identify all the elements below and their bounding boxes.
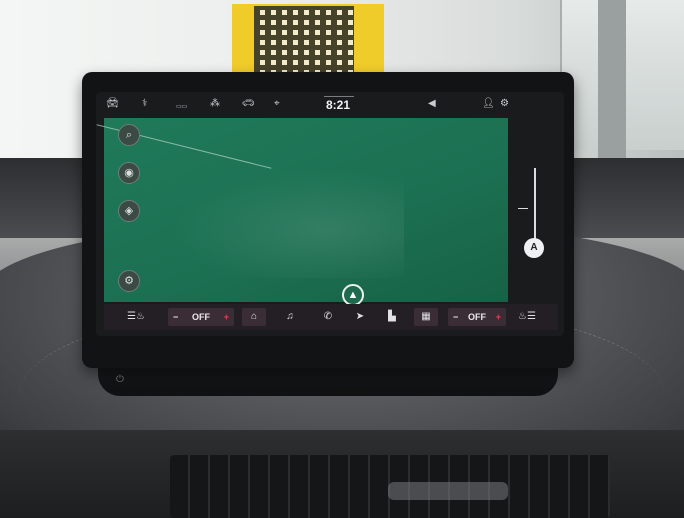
volume-icon[interactable]: ◀︎ [428,98,436,110]
vent-trim [388,482,508,500]
assist-icon[interactable]: ⚕ [142,98,147,110]
search-icon[interactable]: ⌕ [118,124,140,146]
drive-icon[interactable]: ⁂ [210,98,220,110]
zoom-slider-tick [518,208,528,209]
apps-icon[interactable]: ▙ [382,308,402,326]
clock: 8:21 [326,98,351,112]
sport-mode-icon[interactable]: ▭▭ [176,101,187,113]
seat-heat-right-icon[interactable]: ♨☰ [514,308,540,326]
garage-pillar [598,0,626,160]
temp-left-plus-button[interactable]: + [224,312,229,322]
layers-icon[interactable]: ◈ [118,200,140,222]
car-icon[interactable]: 🚘︎ [106,98,119,110]
home-icon[interactable]: ⌂ [242,308,266,326]
temp-right-value: OFF [468,312,486,322]
clock-rule [324,96,354,97]
screen-reflection [144,158,404,278]
power-icon[interactable]: ⏻ [116,374,124,385]
temp-right-minus-button[interactable]: − [453,312,458,322]
map-settings-icon[interactable]: ⚙︎ [118,270,140,292]
music-icon[interactable]: ♫ [280,308,300,326]
vehicle-icon[interactable]: 🚗︎ [242,98,255,110]
navigation-icon[interactable]: ➤ [350,308,370,326]
qr-code [254,6,354,80]
map-side-panel [508,118,558,302]
phone-icon[interactable]: ✆ [318,308,338,326]
location-icon[interactable]: ⌖ [274,98,280,110]
dashboard-photo: ⏻ ↵ 🚘︎ ⚕ ▭▭ ⁂ 🚗︎ ⌖ 8:21 ◀︎ 👤︎ ⚙︎ ⌕ ◉ ◈ ⚙… [0,0,684,518]
zoom-slider[interactable] [534,168,536,246]
navigation-position-icon: ▲ [342,284,364,306]
status-bar: 🚘︎ ⚕ ▭▭ ⁂ 🚗︎ ⌖ 8:21 ◀︎ 👤︎ ⚙︎ [96,92,564,118]
temp-right-plus-button[interactable]: + [496,312,501,322]
climate-right-control: − OFF + [448,308,506,326]
temp-left-value: OFF [192,312,210,322]
settings-icon[interactable]: ⚙︎ [500,98,509,110]
climate-left-control: − OFF + [168,308,234,326]
seat-heat-left-icon[interactable]: ☰♨ [124,308,148,326]
profile-icon[interactable]: 👤︎ [482,98,495,110]
grid-icon[interactable]: ▦ [414,308,438,326]
map-view[interactable]: ⌕ ◉ ◈ ⚙︎ ▲ [96,118,508,306]
infotainment-screen: 🚘︎ ⚕ ▭▭ ⁂ 🚗︎ ⌖ 8:21 ◀︎ 👤︎ ⚙︎ ⌕ ◉ ◈ ⚙︎ ▲ … [96,92,564,336]
bottom-control-bar: ☰♨ − OFF + ⌂ ♫ ✆ ➤ ▙ ▦ − OFF + ♨☰ [104,304,558,330]
compass-button[interactable]: A [524,238,544,258]
temp-left-minus-button[interactable]: − [173,312,178,322]
voice-icon[interactable]: ◉ [118,162,140,184]
